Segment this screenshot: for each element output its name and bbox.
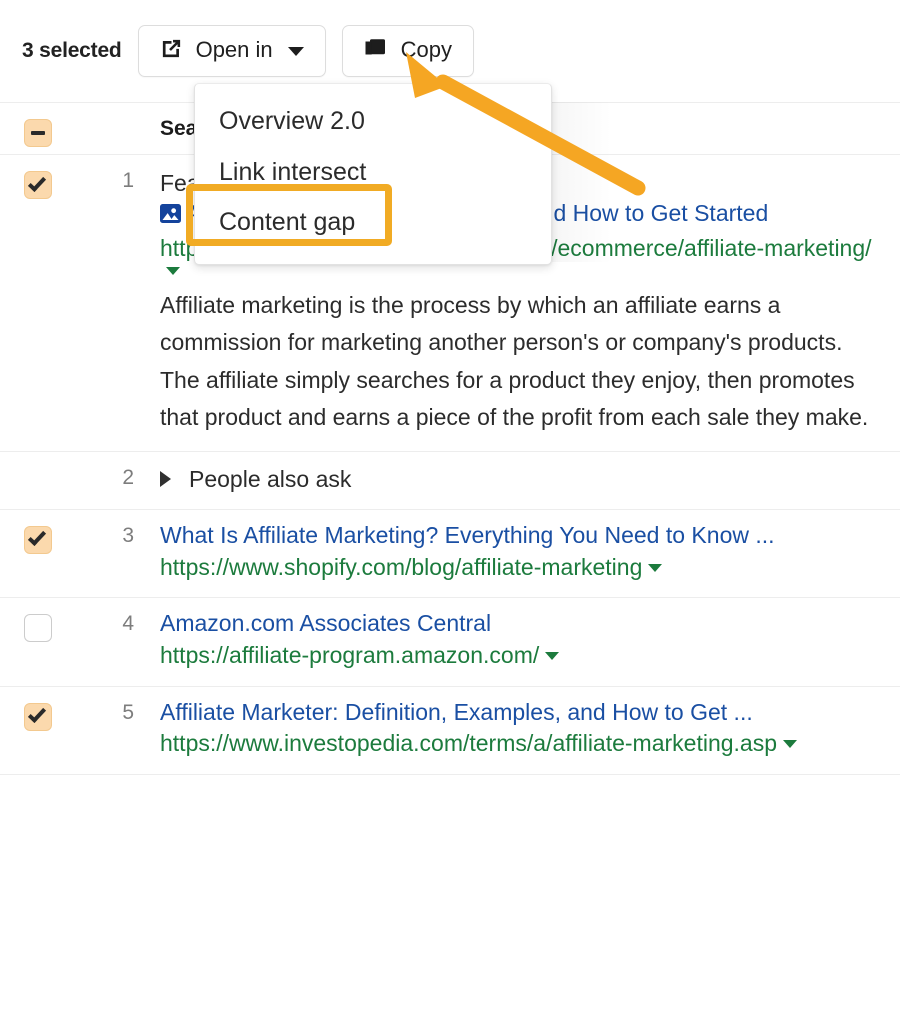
search-results-panel: Search results 1 Featured snippet xyxy=(0,0,900,1036)
selected-count-label: 3 selected xyxy=(22,39,122,62)
check-icon xyxy=(27,527,46,547)
result-title-link[interactable]: Affiliate Marketer: Definition, Examples… xyxy=(160,697,874,729)
table-row: 3 What Is Affiliate Marketing? Everythin… xyxy=(0,509,900,599)
open-in-label: Open in xyxy=(195,37,273,62)
result-title-link[interactable]: Amazon.com Associates Central xyxy=(160,608,874,640)
triangle-right-icon[interactable] xyxy=(160,471,171,488)
url-chevron-down-icon[interactable] xyxy=(545,651,560,660)
result-url[interactable]: https://affiliate-program.amazon.com/ xyxy=(160,642,539,668)
copy-button[interactable]: Copy xyxy=(341,25,474,77)
copy-icon xyxy=(364,36,388,66)
row-number: 2 xyxy=(122,465,134,489)
external-link-icon xyxy=(160,37,183,66)
menu-item-link-intersect[interactable]: Link intersect xyxy=(195,147,551,198)
menu-item-overview-2-0[interactable]: Overview 2.0 xyxy=(195,96,551,147)
row-checkbox[interactable] xyxy=(24,614,52,643)
row-checkbox[interactable] xyxy=(24,525,52,554)
indeterminate-dash-icon xyxy=(31,131,45,135)
row-content: People also ask xyxy=(134,452,900,509)
row-number: 5 xyxy=(122,700,134,724)
open-in-dropdown-menu: Overview 2.0 Link intersect Content gap xyxy=(194,83,552,265)
row-checkbox[interactable] xyxy=(24,702,52,731)
copy-label: Copy xyxy=(400,37,452,62)
image-thumbnail-icon xyxy=(160,201,181,233)
row-content: Affiliate Marketer: Definition, Examples… xyxy=(134,687,900,774)
open-in-button[interactable]: Open in xyxy=(137,25,326,77)
group-header-checkbox-cell xyxy=(0,103,76,147)
url-chevron-down-icon[interactable] xyxy=(783,740,798,749)
result-url[interactable]: https://www.shopify.com/blog/affiliate-m… xyxy=(160,554,642,580)
table-row: 4 Amazon.com Associates Central https://… xyxy=(0,598,900,687)
row-checkbox-cell xyxy=(0,598,76,643)
row-checkbox-cell xyxy=(0,452,76,468)
row-checkbox[interactable] xyxy=(24,171,52,199)
table-row: 2 People also ask xyxy=(0,451,900,510)
menu-item-content-gap[interactable]: Content gap xyxy=(195,197,551,248)
row-number: 4 xyxy=(122,612,134,636)
table-row: 5 Affiliate Marketer: Definition, Exampl… xyxy=(0,686,900,776)
people-also-ask-label: People also ask xyxy=(189,465,352,492)
row-checkbox-cell xyxy=(0,687,76,731)
result-url[interactable]: https://www.investopedia.com/terms/a/aff… xyxy=(160,730,777,756)
group-header-number-cell xyxy=(76,103,134,117)
result-url-line: https://www.shopify.com/blog/affiliate-m… xyxy=(160,552,874,584)
row-content: What Is Affiliate Marketing? Everything … xyxy=(134,510,900,597)
row-checkbox-cell xyxy=(0,510,76,554)
row-checkbox-cell xyxy=(0,155,76,199)
result-url-line: https://affiliate-program.amazon.com/ xyxy=(160,640,874,672)
url-chevron-down-icon[interactable] xyxy=(166,266,180,275)
row-number: 1 xyxy=(122,169,134,192)
result-url-line: https://www.investopedia.com/terms/a/aff… xyxy=(160,728,874,760)
row-number: 3 xyxy=(122,523,134,547)
url-chevron-down-icon[interactable] xyxy=(648,563,663,572)
result-title-link[interactable]: What Is Affiliate Marketing? Everything … xyxy=(160,520,874,552)
row-content: Amazon.com Associates Central https://af… xyxy=(134,598,900,685)
check-icon xyxy=(27,704,46,724)
select-all-checkbox[interactable] xyxy=(24,119,52,147)
check-icon xyxy=(27,172,46,192)
result-description: Affiliate marketing is the process by wh… xyxy=(160,291,869,431)
chevron-down-icon xyxy=(287,46,304,56)
